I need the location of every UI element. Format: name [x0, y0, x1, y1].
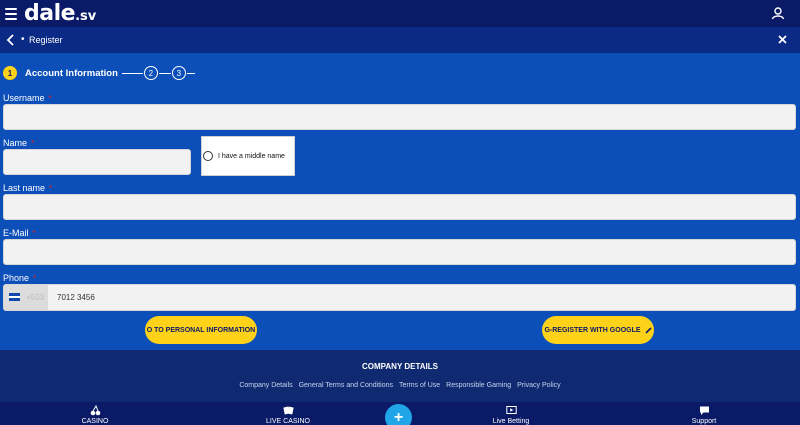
step-1: 1 — [3, 66, 17, 80]
name-label: Name * — [3, 138, 34, 148]
phone-value: 7012 3456 — [57, 293, 95, 302]
register-bar: • Register — [0, 27, 800, 53]
username-label: Username * — [3, 93, 52, 103]
footer-link-terms-of-use[interactable]: Terms of Use — [399, 382, 440, 389]
footer-title: COMPANY DETAILS — [361, 362, 438, 371]
middle-name-option[interactable]: I have a middle name — [201, 136, 295, 176]
step-connector — [158, 72, 171, 74]
country-code-selector[interactable]: +503 — [4, 285, 48, 310]
nav-item-live-casino[interactable]: LIVE CASINO — [248, 405, 328, 425]
google-register-button[interactable]: G-REGISTER WITH GOOGLE — [542, 316, 654, 344]
middle-name-radio[interactable] — [203, 151, 213, 161]
breadcrumb-separator: • — [21, 34, 25, 45]
user-icon[interactable] — [771, 6, 785, 20]
cherries-icon — [90, 405, 100, 416]
flag-icon — [9, 293, 20, 301]
lastname-label-text: Last name — [3, 183, 46, 193]
phone-label-text: Phone — [3, 273, 30, 283]
step-connector — [186, 72, 195, 74]
footer-links: Company Details General Terms and Condit… — [0, 382, 800, 389]
google-register-label: G-REGISTER WITH GOOGLE — [544, 326, 641, 334]
cards-icon — [282, 406, 294, 415]
nav-label-casino: CASINO — [81, 418, 109, 425]
required-mark: * — [31, 139, 35, 148]
required-mark: * — [49, 184, 53, 193]
required-mark: * — [48, 94, 52, 103]
footer: COMPANY DETAILS Company Details General … — [0, 350, 800, 402]
close-icon[interactable] — [778, 35, 787, 44]
play-screen-icon — [505, 406, 517, 414]
back-arrow-icon[interactable] — [6, 33, 16, 47]
lastname-label: Last name * — [3, 183, 52, 193]
nav-item-live-betting[interactable]: Live Betting — [471, 405, 551, 425]
nav-label-live-betting: Live Betting — [492, 418, 530, 425]
email-label: E-Mail * — [3, 228, 36, 238]
footer-link-terms-conditions[interactable]: General Terms and Conditions — [299, 382, 393, 389]
logo-text: dale — [24, 1, 76, 26]
country-code: +503 — [26, 293, 45, 302]
footer-link-responsible-gaming[interactable]: Responsible Gaming — [446, 382, 511, 389]
menu-icon[interactable] — [5, 8, 17, 20]
username-label-text: Username — [3, 93, 45, 103]
nav-label-live-casino: LIVE CASINO — [266, 418, 310, 425]
logo[interactable]: dale.sv — [24, 1, 96, 26]
name-input[interactable] — [3, 149, 191, 175]
step-2: 2 — [143, 66, 158, 80]
email-input[interactable] — [3, 239, 796, 265]
step-connector — [121, 72, 143, 74]
step-1-label: Account Information — [25, 67, 118, 79]
required-mark: * — [33, 274, 37, 283]
email-label-text: E-Mail — [3, 228, 29, 238]
step-indicator: 1 Account Information 2 3 — [3, 65, 196, 81]
chat-icon — [699, 406, 709, 415]
next-step-label: O TO PERSONAL INFORMATION — [146, 326, 256, 334]
username-input[interactable] — [3, 104, 796, 130]
footer-link-privacy-policy[interactable]: Privacy Policy — [517, 382, 561, 389]
logo-suffix: .sv — [75, 9, 97, 24]
phone-label: Phone * — [3, 273, 36, 283]
top-bar: dale.sv — [0, 0, 800, 27]
next-step-button[interactable]: O TO PERSONAL INFORMATION — [145, 316, 257, 344]
plus-button[interactable]: + — [383, 402, 414, 425]
page-title: Register — [29, 35, 63, 45]
nav-item-support[interactable]: Support — [664, 405, 744, 425]
nav-label-support: Support — [691, 418, 717, 425]
pencil-icon — [644, 326, 652, 334]
nav-item-casino[interactable]: CASINO — [55, 405, 135, 425]
middle-name-label: I have a middle name — [218, 152, 285, 160]
footer-link-company-details[interactable]: Company Details — [239, 382, 292, 389]
name-label-text: Name — [3, 138, 28, 148]
required-mark: * — [32, 229, 36, 238]
phone-input[interactable]: +503 7012 3456 — [3, 284, 796, 311]
lastname-input[interactable] — [3, 194, 796, 220]
step-3: 3 — [171, 66, 186, 80]
